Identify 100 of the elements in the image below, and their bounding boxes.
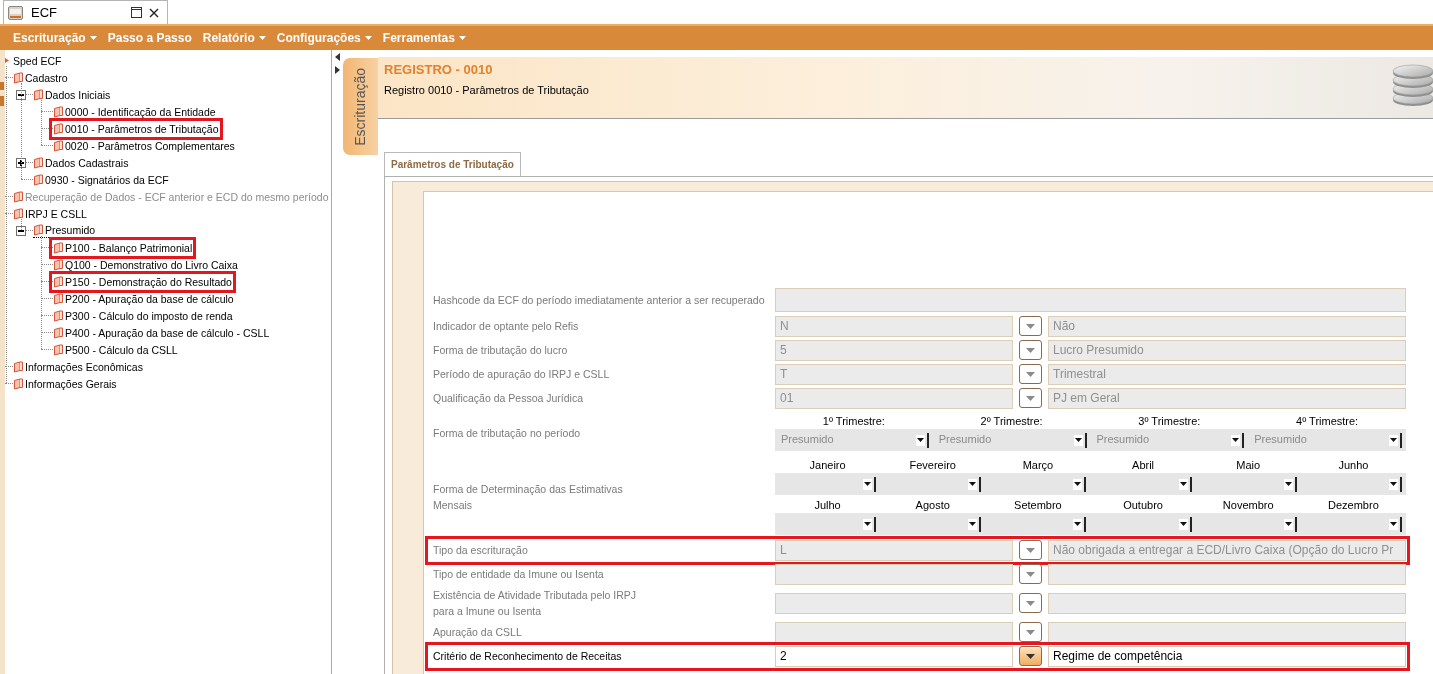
tab-title: ECF — [31, 4, 58, 21]
collapse-toggle-icon[interactable] — [16, 89, 26, 100]
column-heading: Agosto — [915, 498, 950, 513]
caret-icon — [258, 36, 266, 40]
tree-item[interactable]: 0930 - Signatários da ECF — [33, 172, 169, 187]
tree-item[interactable]: P200 - Apuração da base de cálculo — [53, 291, 234, 306]
column-heading: Abril — [1132, 458, 1155, 473]
caret-icon — [1026, 347, 1035, 353]
dropdown-arrow-icon — [1389, 516, 1402, 532]
field-label: Forma de tributação do lucro — [433, 343, 569, 358]
dropdown-arrow-icon — [1178, 476, 1192, 492]
tree-item[interactable]: Sped ECF — [5, 53, 62, 68]
tree-item[interactable]: 0010 - Parâmetros de Tributação — [53, 121, 219, 136]
side-tab[interactable]: Escrituração — [343, 58, 378, 155]
field-label: Hashcode da ECF do período imediatamente anterior a ser recuperado — [433, 293, 766, 308]
dropdown-arrow-icon — [1389, 432, 1402, 448]
book-icon — [53, 326, 63, 339]
tree-item[interactable]: P500 - Cálculo da CSLL — [53, 342, 178, 357]
dropdown-arrow-icon — [1073, 476, 1087, 492]
tree-item[interactable]: Cadastro — [13, 70, 68, 85]
column-heading: Setembro — [1014, 498, 1062, 513]
expand-toggle-icon[interactable] — [16, 157, 26, 168]
column-heading: Janeiro — [809, 458, 846, 473]
dropdown-arrow-icon — [968, 476, 982, 492]
dropdown-arrow-icon — [863, 516, 877, 532]
collapse-toggle-icon[interactable] — [16, 225, 26, 236]
column-heading: Março — [1022, 458, 1054, 473]
column-heading: 4º Trimestre: — [1296, 414, 1359, 429]
column-heading: Outubro — [1123, 498, 1163, 513]
app-logo-icon — [8, 5, 23, 20]
caret-icon — [1026, 371, 1035, 377]
book-icon — [53, 139, 63, 152]
book-icon — [33, 224, 43, 236]
dropdown-arrow-icon — [968, 516, 982, 532]
field-label: Período de apuração do IRPJ e CSLL — [433, 367, 611, 382]
book-icon — [33, 88, 43, 101]
caret-icon — [1026, 600, 1035, 606]
column-heading: 2º Trimestre: — [980, 414, 1043, 429]
field-label: Tipo de entidade da Imune ou Isenta — [433, 567, 605, 582]
tree-item[interactable]: 0000 - Identificação da Entidade — [53, 104, 216, 119]
book-icon — [53, 309, 63, 322]
book-icon — [53, 122, 63, 135]
column-heading: 3º Trimestre: — [1138, 414, 1201, 429]
dropdown-button[interactable] — [1019, 646, 1042, 666]
tree-item[interactable]: P100 - Balanço Patrimonial — [53, 240, 193, 255]
column-heading: Junho — [1338, 458, 1369, 473]
tree-item[interactable]: Informações Econômicas — [13, 359, 143, 374]
book-icon — [53, 258, 63, 271]
tree-item[interactable]: P150 - Demonstração do Resultado — [53, 274, 232, 289]
book-icon — [53, 275, 63, 288]
tree-item[interactable]: Q100 - Demonstrativo do Livro Caixa — [53, 257, 238, 272]
code-field[interactable]: 2 — [775, 645, 1013, 667]
book-icon — [33, 173, 43, 186]
field-label: Tipo da escrituração — [433, 543, 529, 558]
caret-icon — [1026, 653, 1035, 659]
dropdown-arrow-icon — [1178, 516, 1192, 532]
maximize-icon[interactable] — [131, 7, 142, 18]
right-arrow-icon[interactable] — [335, 66, 340, 74]
book-icon — [53, 241, 63, 254]
caret-icon — [1026, 629, 1035, 635]
dropdown-arrow-icon — [915, 432, 929, 448]
column-heading: Julho — [814, 498, 841, 513]
tree-item[interactable]: IRPJ E CSLL — [13, 206, 87, 221]
caret-icon — [1026, 547, 1035, 553]
book-icon — [13, 207, 23, 220]
tree-item[interactable]: 0020 - Parâmetros Complementares — [53, 138, 235, 153]
record-title: REGISTRO - 0010 — [384, 62, 494, 78]
form-tab[interactable]: Parâmetros de Tributação — [384, 152, 521, 176]
left-arrow-icon[interactable] — [335, 53, 340, 61]
description-field[interactable]: Regime de competência — [1048, 645, 1406, 667]
tree-item[interactable]: Dados Iniciais — [33, 87, 111, 102]
field-label: Forma de tributação no período — [433, 425, 582, 441]
caret-icon — [1026, 395, 1035, 401]
column-heading: Maio — [1236, 458, 1261, 473]
field-label: Forma de Determinação das Estimativas Mensais — [433, 481, 624, 513]
dropdown-arrow-icon — [1283, 516, 1297, 532]
caret-icon — [458, 36, 466, 40]
tree-item[interactable]: Dados Cadastrais — [33, 155, 129, 170]
field-label: Qualificação da Pessoa Jurídica — [433, 391, 584, 406]
book-icon — [13, 190, 23, 203]
book-icon — [33, 156, 43, 169]
tree-item[interactable]: P400 - Apuração da base de cálculo - CSLL — [53, 325, 270, 340]
dropdown-arrow-icon — [1073, 516, 1087, 532]
dropdown-arrow-icon — [863, 476, 877, 492]
field-label: Critério de Reconhecimento de Receitas — [433, 649, 623, 664]
tree-item[interactable]: Presumido — [33, 223, 96, 238]
tree-item[interactable]: P300 - Cálculo do imposto de renda — [53, 308, 233, 323]
book-icon — [13, 71, 23, 84]
document-tab[interactable]: ECF — [3, 0, 168, 24]
column-heading: Novembro — [1222, 498, 1274, 513]
field-label: Indicador de optante pelo Refis — [433, 319, 580, 334]
field-label: Existência de Atividade Tributada pelo IRPJ para a Imune ou Isenta — [433, 588, 638, 619]
caret-icon — [1026, 323, 1035, 329]
tree-item[interactable]: Informações Gerais — [13, 376, 117, 391]
close-icon[interactable] — [149, 7, 159, 18]
dropdown-arrow-icon — [1231, 432, 1245, 448]
book-icon — [13, 377, 23, 390]
column-heading: Fevereiro — [909, 458, 956, 473]
dropdown-arrow-icon — [1073, 432, 1087, 448]
dropdown-arrow-icon — [1283, 476, 1297, 492]
